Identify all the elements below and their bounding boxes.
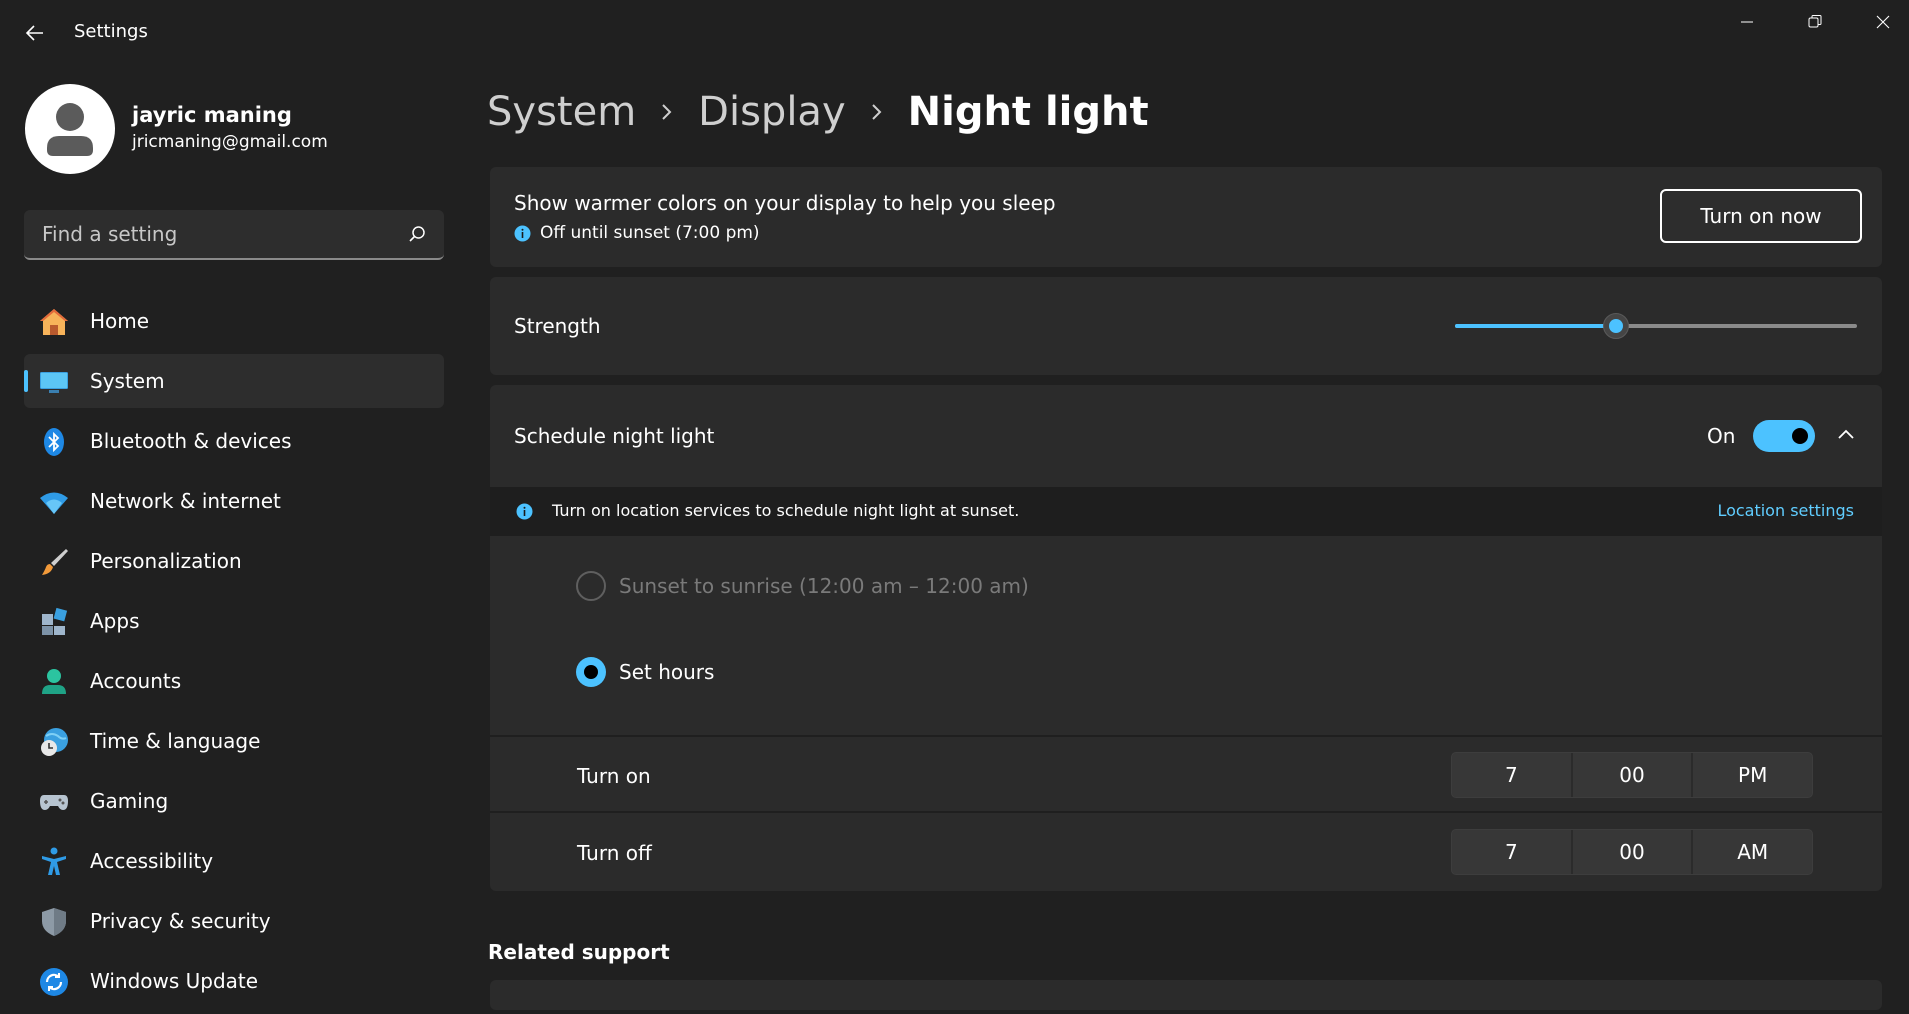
sidebar-item-label: Time & language bbox=[90, 729, 260, 753]
user-email: jricmaning@gmail.com bbox=[132, 132, 328, 152]
strength-slider[interactable] bbox=[1455, 324, 1857, 328]
turn-off-period[interactable]: AM bbox=[1693, 830, 1812, 874]
back-arrow-icon bbox=[25, 23, 45, 43]
turn-off-hour[interactable]: 7 bbox=[1452, 830, 1573, 874]
location-info-text: Turn on location services to schedule ni… bbox=[552, 501, 1019, 520]
sidebar-item-personalization[interactable]: Personalization bbox=[24, 534, 444, 588]
sidebar-item-label: Accessibility bbox=[90, 849, 213, 873]
accessibility-icon bbox=[38, 846, 70, 878]
location-settings-link[interactable]: Location settings bbox=[1717, 501, 1854, 520]
info-icon bbox=[514, 225, 531, 246]
turn-on-label: Turn on bbox=[577, 764, 651, 788]
back-button[interactable] bbox=[18, 16, 52, 50]
user-avatar-icon bbox=[25, 84, 115, 174]
sidebar-item-network[interactable]: Network & internet bbox=[24, 474, 444, 528]
restore-button[interactable] bbox=[1781, 0, 1849, 44]
sidebar-nav: Home System Bluetooth & devices bbox=[24, 294, 444, 1014]
turn-off-minute[interactable]: 00 bbox=[1573, 830, 1694, 874]
sidebar-item-label: Windows Update bbox=[90, 969, 258, 993]
night-light-status-card: Show warmer colors on your display to he… bbox=[490, 167, 1882, 267]
strength-slider-fill bbox=[1455, 324, 1616, 328]
night-light-description: Show warmer colors on your display to he… bbox=[514, 191, 1056, 215]
turn-off-label: Turn off bbox=[577, 841, 652, 865]
sidebar-item-label: Privacy & security bbox=[90, 909, 271, 933]
schedule-label: Schedule night light bbox=[514, 424, 714, 448]
avatar[interactable] bbox=[25, 84, 115, 174]
user-name: jayric maning bbox=[132, 103, 292, 127]
sidebar-item-label: System bbox=[90, 369, 165, 393]
shield-icon bbox=[38, 906, 70, 938]
sidebar-item-label: Home bbox=[90, 309, 149, 333]
strength-label: Strength bbox=[514, 314, 601, 338]
update-icon bbox=[38, 966, 70, 998]
location-info-bar: Turn on location services to schedule ni… bbox=[490, 487, 1882, 536]
sidebar-item-time-language[interactable]: Time & language bbox=[24, 714, 444, 768]
strength-slider-thumb[interactable] bbox=[1603, 313, 1629, 339]
sidebar-item-privacy[interactable]: Privacy & security bbox=[24, 894, 444, 948]
search-box[interactable] bbox=[24, 210, 444, 260]
sidebar-item-accessibility[interactable]: Accessibility bbox=[24, 834, 444, 888]
turn-on-time-picker[interactable]: 7 00 PM bbox=[1451, 752, 1813, 798]
divider bbox=[490, 735, 1882, 737]
brush-icon bbox=[38, 546, 70, 578]
chevron-right-icon bbox=[870, 102, 884, 122]
sidebar-item-gaming[interactable]: Gaming bbox=[24, 774, 444, 828]
divider bbox=[490, 811, 1882, 813]
close-button[interactable] bbox=[1849, 0, 1909, 44]
sidebar-item-windows-update[interactable]: Windows Update bbox=[24, 954, 444, 1008]
schedule-toggle[interactable] bbox=[1753, 420, 1815, 452]
account-icon bbox=[38, 666, 70, 698]
turn-on-period[interactable]: PM bbox=[1693, 753, 1812, 797]
sidebar-item-apps[interactable]: Apps bbox=[24, 594, 444, 648]
sidebar-item-label: Apps bbox=[90, 609, 140, 633]
search-input[interactable] bbox=[40, 210, 400, 258]
chevron-up-icon[interactable] bbox=[1835, 423, 1857, 449]
breadcrumb-system[interactable]: System bbox=[487, 89, 636, 135]
sidebar-item-label: Network & internet bbox=[90, 489, 281, 513]
sidebar-item-system[interactable]: System bbox=[24, 354, 444, 408]
night-light-status: Off until sunset (7:00 pm) bbox=[540, 223, 760, 243]
turn-on-now-button[interactable]: Turn on now bbox=[1660, 189, 1862, 243]
related-support-heading: Related support bbox=[488, 940, 670, 964]
sidebar-item-label: Gaming bbox=[90, 789, 168, 813]
system-icon bbox=[38, 366, 70, 398]
close-icon bbox=[1875, 14, 1891, 30]
related-support-card[interactable] bbox=[490, 980, 1882, 1010]
page-title: Night light bbox=[908, 89, 1149, 135]
search-icon[interactable] bbox=[408, 225, 426, 243]
turn-on-minute[interactable]: 00 bbox=[1573, 753, 1694, 797]
sidebar-item-bluetooth[interactable]: Bluetooth & devices bbox=[24, 414, 444, 468]
sidebar-item-label: Personalization bbox=[90, 549, 242, 573]
turn-off-time-picker[interactable]: 7 00 AM bbox=[1451, 829, 1813, 875]
apps-icon bbox=[38, 606, 70, 638]
breadcrumb: System Display Night light bbox=[487, 82, 1149, 142]
gamepad-icon bbox=[38, 786, 70, 818]
sidebar-item-label: Accounts bbox=[90, 669, 181, 693]
schedule-state: On bbox=[1707, 424, 1735, 448]
sunset-radio[interactable] bbox=[576, 571, 606, 601]
home-icon bbox=[38, 306, 70, 338]
sidebar-item-home[interactable]: Home bbox=[24, 294, 444, 348]
schedule-card: Schedule night light On bbox=[490, 385, 1882, 891]
breadcrumb-display[interactable]: Display bbox=[698, 89, 845, 135]
globe-clock-icon bbox=[38, 726, 70, 758]
minimize-icon bbox=[1739, 14, 1755, 30]
app-title: Settings bbox=[74, 21, 148, 42]
set-hours-option-label: Set hours bbox=[619, 660, 714, 684]
bluetooth-icon bbox=[38, 426, 70, 458]
turn-on-hour[interactable]: 7 bbox=[1452, 753, 1573, 797]
minimize-button[interactable] bbox=[1713, 0, 1781, 44]
wifi-icon bbox=[38, 486, 70, 518]
title-bar: Settings bbox=[0, 0, 1909, 66]
set-hours-radio[interactable] bbox=[576, 657, 606, 687]
info-icon bbox=[516, 503, 533, 524]
sidebar: jayric maning jricmaning@gmail.com Home bbox=[0, 66, 470, 1002]
sidebar-item-label: Bluetooth & devices bbox=[90, 429, 292, 453]
sunset-option-label: Sunset to sunrise (12:00 am – 12:00 am) bbox=[619, 574, 1029, 598]
sidebar-item-accounts[interactable]: Accounts bbox=[24, 654, 444, 708]
chevron-right-icon bbox=[660, 102, 674, 122]
restore-icon bbox=[1807, 14, 1823, 30]
